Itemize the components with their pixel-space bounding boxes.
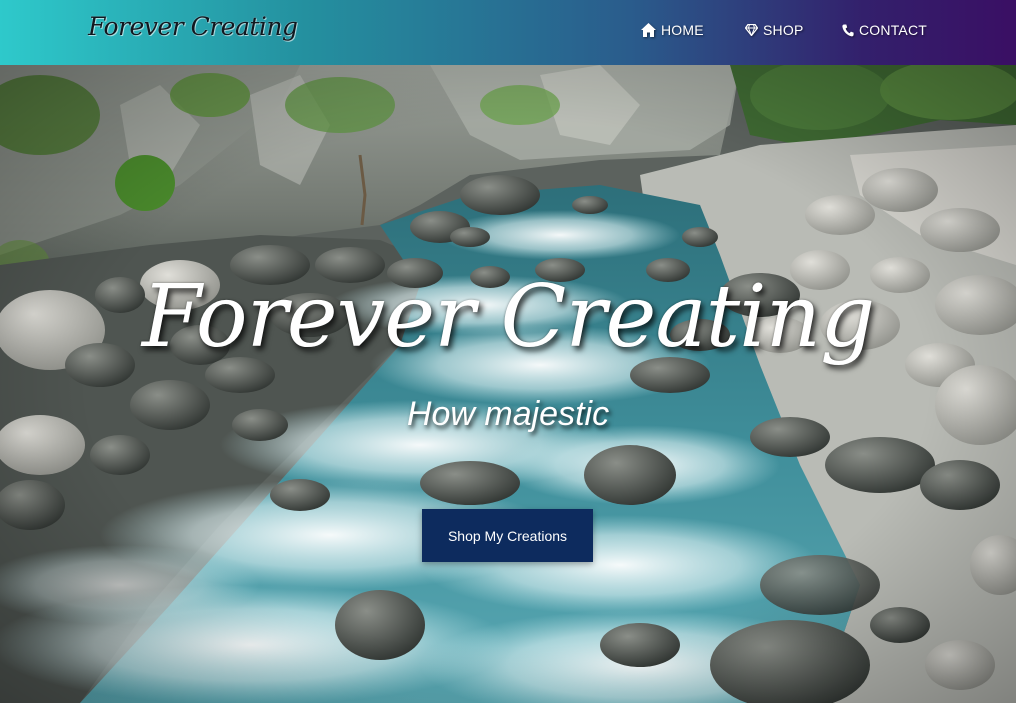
nav-home[interactable]: HOME [641, 22, 704, 38]
nav-home-label: HOME [661, 22, 704, 38]
hero-subtitle: How majestic [406, 395, 610, 433]
hero-title: Forever Creating [141, 267, 875, 367]
site-logo[interactable]: Forever Creating [88, 12, 298, 41]
shop-my-creations-button[interactable]: Shop My Creations [422, 509, 593, 562]
phone-icon [842, 24, 854, 36]
nav-shop-label: SHOP [763, 22, 804, 38]
nav-contact[interactable]: CONTACT [842, 22, 927, 38]
site-header: Forever Creating HOME SHOP CONTACT [0, 0, 1016, 65]
diamond-icon [745, 24, 758, 36]
home-icon [641, 23, 656, 37]
nav-contact-label: CONTACT [859, 22, 928, 38]
nav-shop[interactable]: SHOP [745, 22, 803, 38]
river-gorge-background [0, 65, 1016, 703]
hero-section: Forever Creating How majestic Shop My Cr… [0, 65, 1016, 703]
